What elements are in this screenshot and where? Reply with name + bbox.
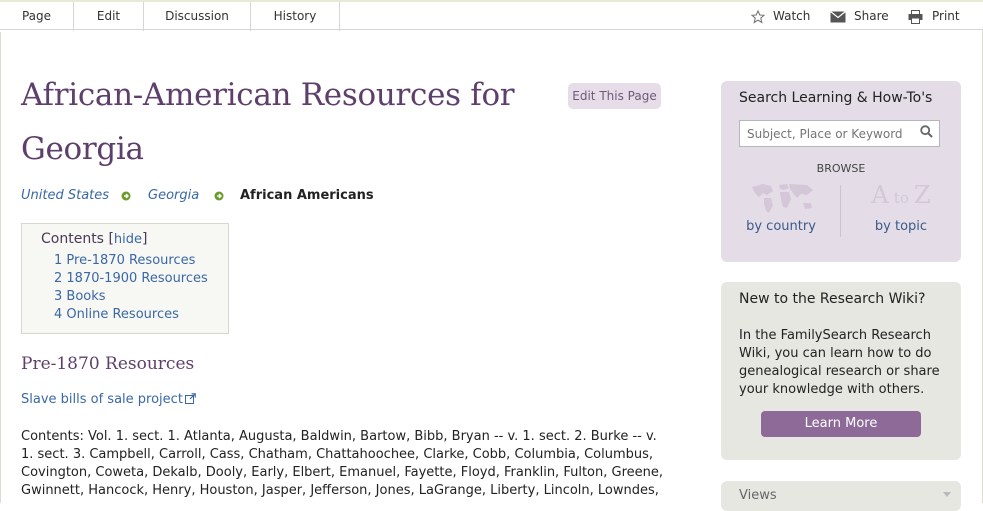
printer-icon <box>908 10 923 24</box>
search-panel-title: Search Learning & How-To's <box>739 90 933 106</box>
new-panel-title: New to the Research Wiki? <box>739 291 926 307</box>
views-panel[interactable]: Views <box>721 481 961 511</box>
browse-label: BROWSE <box>816 162 866 175</box>
print-label: Print <box>932 9 960 23</box>
share-label: Share <box>854 9 889 23</box>
search-input[interactable] <box>739 120 940 147</box>
envelope-icon <box>830 11 846 23</box>
external-link-icon <box>184 393 196 404</box>
by-country-label: by country <box>746 219 816 234</box>
toc-hide-close: ] <box>142 231 148 247</box>
page-title: African-American Resources for Georgia <box>21 68 541 176</box>
search-panel: Search Learning & How-To's BROWSE by cou… <box>721 81 961 262</box>
a-to-z-icon: A to Z <box>841 181 961 209</box>
world-map-icon <box>752 184 813 213</box>
toc-item[interactable]: 2 1870-1900 Resources <box>54 270 208 288</box>
watch-label: Watch <box>773 9 811 23</box>
table-of-contents: Contents [hide] 1 Pre-1870 Resources 2 1… <box>21 223 229 334</box>
breadcrumb-georgia[interactable]: Georgia <box>148 186 199 206</box>
by-topic-label: by topic <box>874 219 928 234</box>
a-to-z-to: to <box>893 189 909 207</box>
slave-bills-link[interactable]: Slave bills of sale project <box>21 392 196 407</box>
toc-heading: Contents [hide] <box>41 231 147 247</box>
arrow-right-icon <box>214 191 224 201</box>
new-panel-body: In the FamilySearch Research Wiki, you c… <box>739 328 940 397</box>
chevron-down-icon <box>943 492 951 497</box>
breadcrumb-current: African Americans <box>240 188 374 203</box>
slave-bills-link-label: Slave bills of sale project <box>21 392 183 407</box>
section-heading: Pre-1870 Resources <box>21 354 195 374</box>
toc-item[interactable]: 3 Books <box>54 288 208 306</box>
toc-title: Contents <box>41 231 104 247</box>
a-to-z-a: A <box>871 181 889 209</box>
search-icon[interactable] <box>920 125 933 138</box>
toc-list: 1 Pre-1870 Resources 2 1870-1900 Resourc… <box>54 252 208 324</box>
page-title-line2: Georgia <box>21 131 144 167</box>
views-title: Views <box>739 488 777 503</box>
toc-hide-link[interactable]: hide <box>114 232 142 247</box>
star-icon <box>751 10 765 24</box>
toc-item[interactable]: 1 Pre-1870 Resources <box>54 252 208 270</box>
contents-paragraph: Contents: Vol. 1. sect. 1. Atlanta, Augu… <box>21 429 663 498</box>
arrow-right-icon <box>121 191 131 201</box>
tab-bar: Page Edit Discussion History Watch Share… <box>0 0 983 32</box>
a-to-z-z: Z <box>913 181 931 209</box>
new-to-wiki-panel: New to the Research Wiki? In the FamilyS… <box>721 282 961 460</box>
learn-more-button[interactable]: Learn More <box>761 411 921 437</box>
page-title-line1: African-American Resources for <box>21 77 515 113</box>
toc-item[interactable]: 4 Online Resources <box>54 306 208 324</box>
edit-this-page-button[interactable]: Edit This Page <box>568 83 661 109</box>
breadcrumb-united-states[interactable]: United States <box>21 186 109 206</box>
